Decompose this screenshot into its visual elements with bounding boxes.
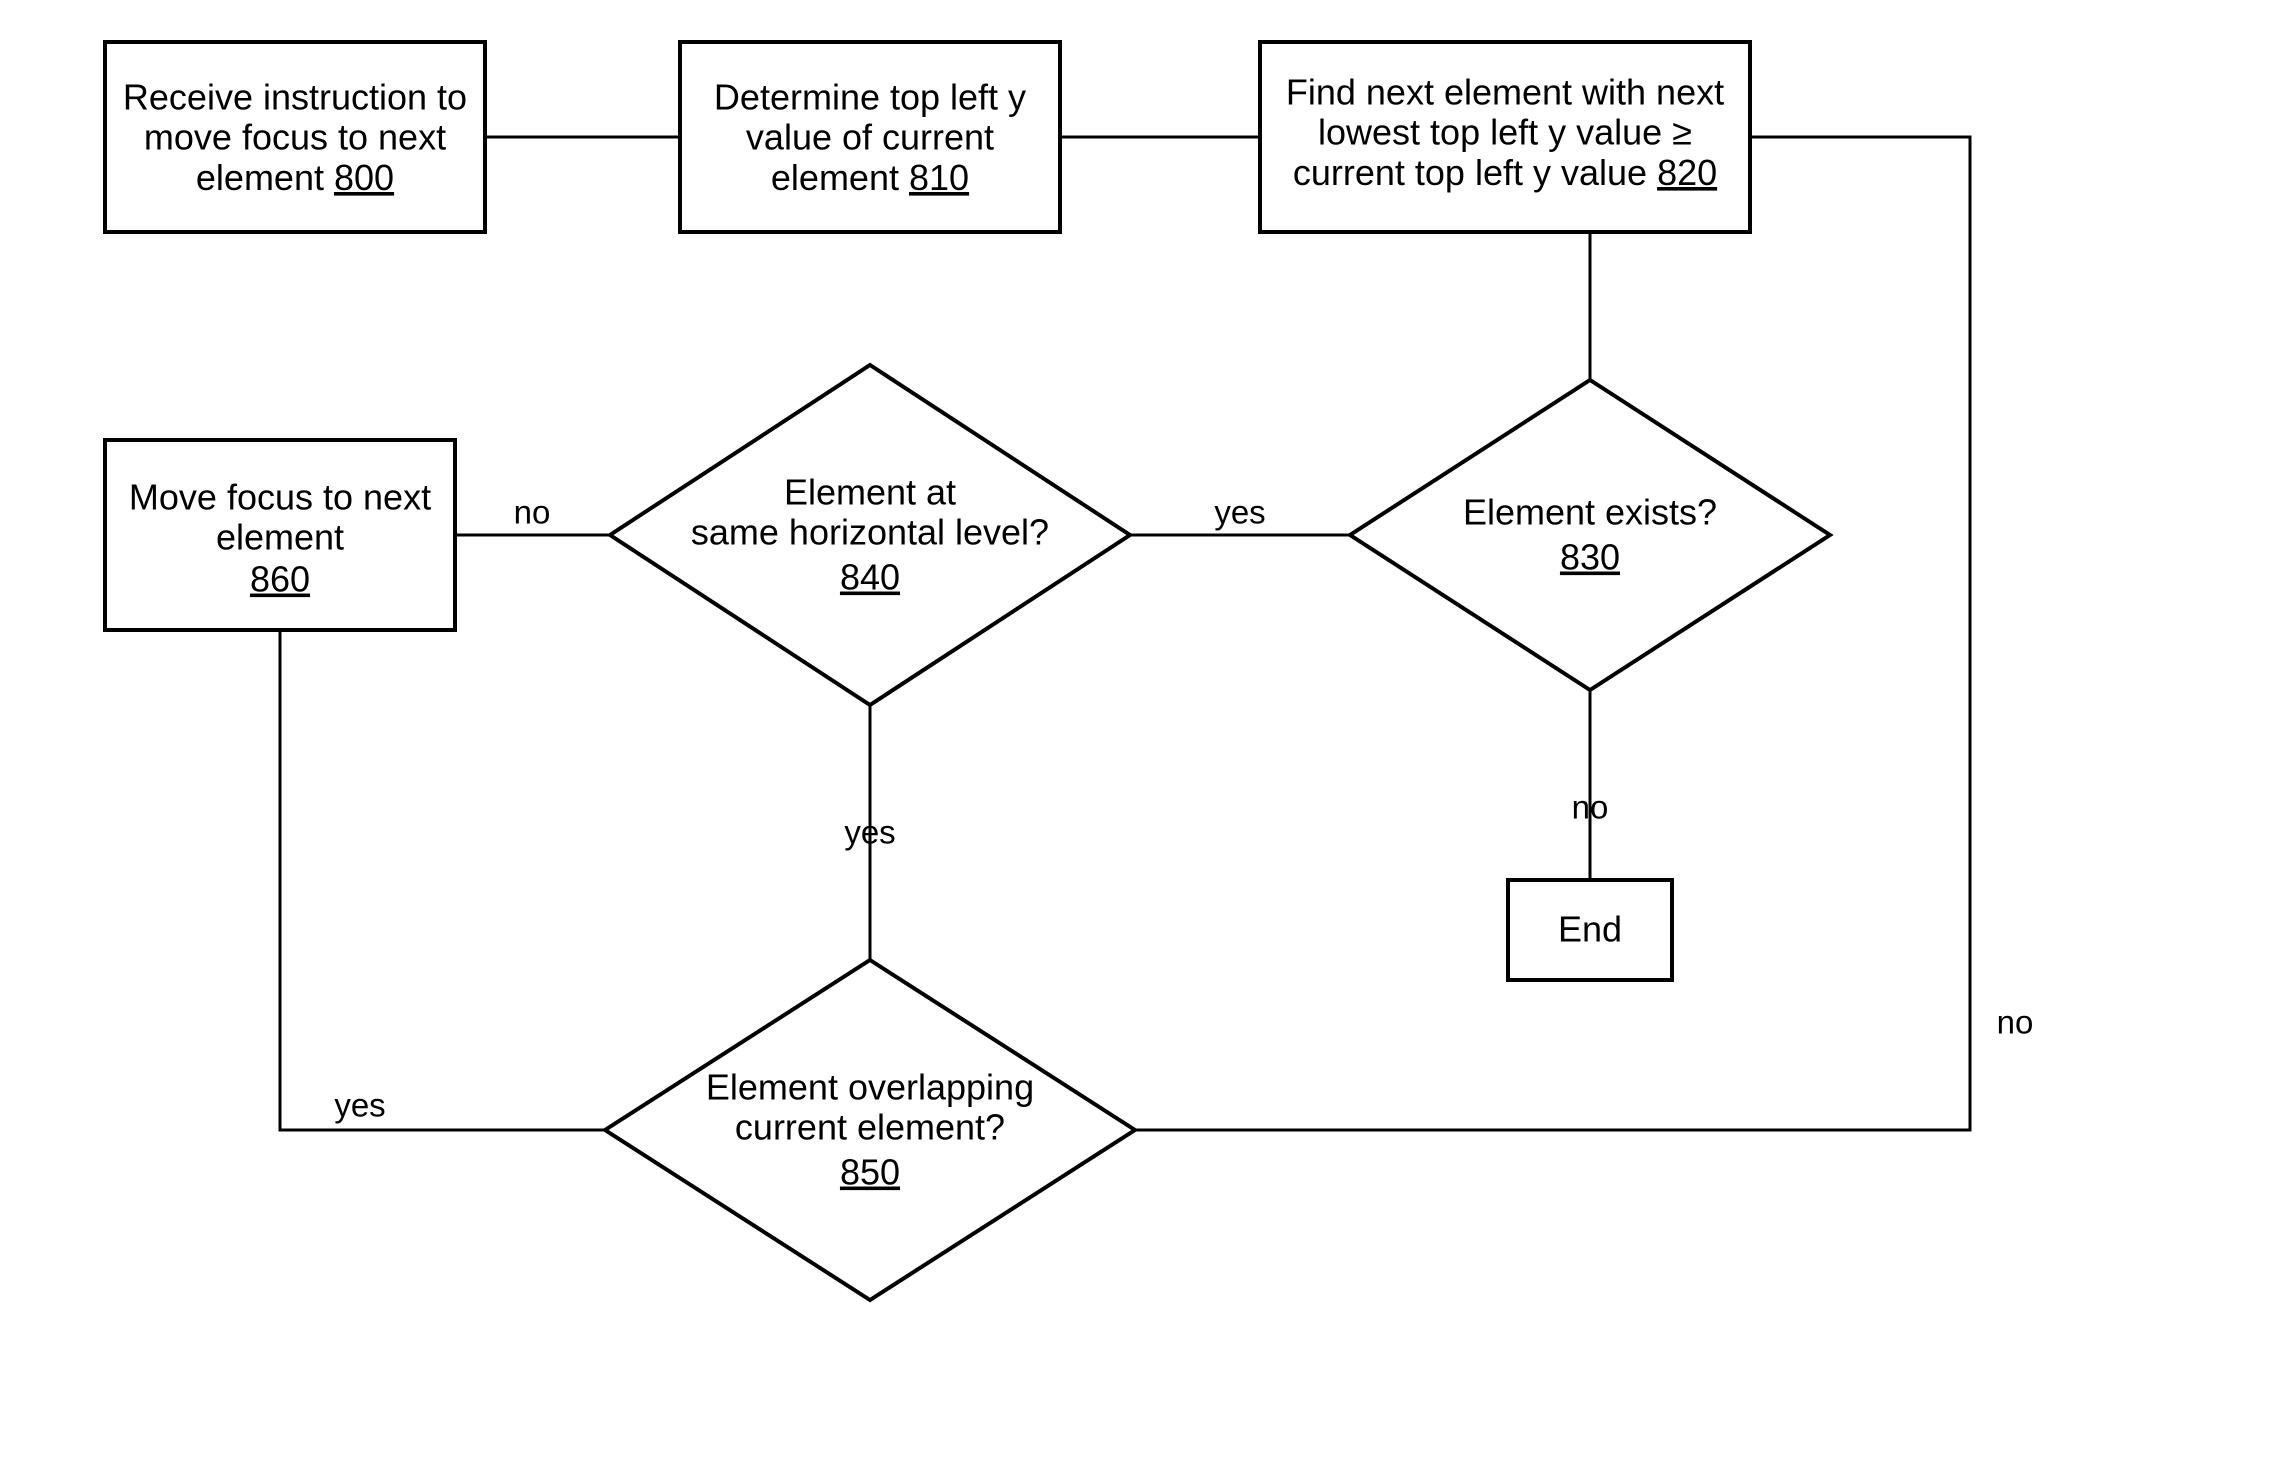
box-820-line2: lowest top left y value ≥ bbox=[1318, 112, 1692, 153]
d840-ref: 840 bbox=[840, 557, 900, 598]
label-850-no: no bbox=[1997, 1004, 2034, 1041]
end-label: End bbox=[1558, 909, 1622, 950]
d840-line1: Element at bbox=[784, 472, 956, 513]
label-840-no: no bbox=[514, 494, 551, 531]
box-860-line1: Move focus to next bbox=[129, 477, 431, 518]
box-810-line1: Determine top left y bbox=[714, 77, 1026, 118]
d840-line2: same horizontal level? bbox=[691, 512, 1049, 553]
diamond-840: Element at same horizontal level? 840 bbox=[610, 365, 1130, 705]
box-end: End bbox=[1508, 880, 1672, 980]
box-800: Receive instruction to move focus to nex… bbox=[105, 42, 485, 232]
d830-line1: Element exists? bbox=[1463, 492, 1717, 533]
box-810: Determine top left y value of current el… bbox=[680, 42, 1060, 232]
label-850-yes: yes bbox=[334, 1087, 385, 1124]
d830-ref: 830 bbox=[1560, 537, 1620, 578]
box-800-line3: element 800 bbox=[196, 157, 394, 198]
box-820-line3: current top left y value 820 bbox=[1293, 152, 1717, 193]
label-830-no: no bbox=[1572, 789, 1609, 826]
d850-line1: Element overlapping bbox=[706, 1067, 1034, 1108]
box-810-line2: value of current bbox=[746, 117, 994, 158]
diamond-850: Element overlapping current element? 850 bbox=[605, 960, 1135, 1300]
box-800-line2: move focus to next bbox=[144, 117, 446, 158]
label-840-yes: yes bbox=[844, 814, 895, 851]
box-860-line2: element bbox=[216, 517, 344, 558]
box-800-line1: Receive instruction to bbox=[123, 77, 467, 118]
diamond-830: Element exists? 830 bbox=[1350, 380, 1830, 690]
label-830-yes: yes bbox=[1214, 494, 1265, 531]
box-860: Move focus to next element 860 bbox=[105, 440, 455, 630]
box-820-line1: Find next element with next bbox=[1286, 72, 1724, 113]
box-860-ref: 860 bbox=[250, 559, 310, 600]
d850-ref: 850 bbox=[840, 1152, 900, 1193]
conn-850-860 bbox=[280, 630, 605, 1130]
box-820: Find next element with next lowest top l… bbox=[1260, 42, 1750, 232]
box-810-line3: element 810 bbox=[771, 157, 969, 198]
d850-line2: current element? bbox=[735, 1107, 1005, 1148]
